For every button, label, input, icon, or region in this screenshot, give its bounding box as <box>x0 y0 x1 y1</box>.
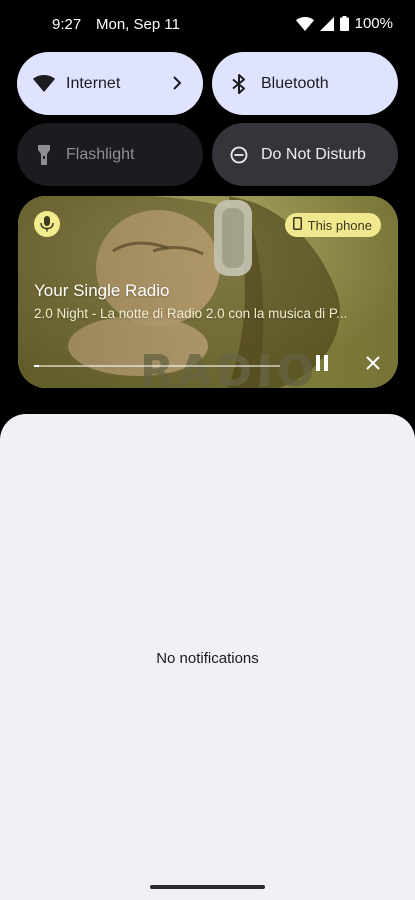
notification-panel: No notifications <box>0 414 415 900</box>
close-icon <box>366 355 380 375</box>
battery-icon <box>339 16 349 31</box>
tile-label: Internet <box>66 74 121 92</box>
media-title: Your Single Radio <box>34 281 170 300</box>
wifi-icon <box>295 16 314 31</box>
home-indicator[interactable] <box>150 885 265 889</box>
phone-icon <box>292 217 302 233</box>
status-icons: 100% <box>295 15 393 32</box>
tile-label: Flashlight <box>66 145 135 163</box>
tile-bluetooth[interactable]: Bluetooth <box>212 52 398 115</box>
output-device-chip[interactable]: This phone <box>284 213 381 237</box>
no-notifications-text: No notifications <box>156 650 259 667</box>
flashlight-icon <box>32 143 56 167</box>
seek-bar[interactable] <box>34 365 280 367</box>
media-player-card[interactable]: RADIO This phone Your Single Radio 2.0 N… <box>18 196 398 388</box>
media-subtitle: 2.0 Night - La notte di Radio 2.0 con la… <box>34 306 348 321</box>
pause-button[interactable] <box>309 352 335 378</box>
output-device-label: This phone <box>307 217 372 233</box>
seek-progress <box>34 365 39 367</box>
chevron-right-icon[interactable] <box>167 73 187 93</box>
tile-flashlight[interactable]: Flashlight <box>17 123 203 186</box>
do-not-disturb-icon <box>227 143 251 167</box>
battery-percent: 100% <box>354 15 393 32</box>
tile-label: Do Not Disturb <box>261 145 366 163</box>
status-bar: 9:27 Mon, Sep 11 100% <box>0 0 415 48</box>
tile-label: Bluetooth <box>261 74 329 92</box>
cellular-signal-icon <box>319 16 334 31</box>
notification-shade-screen: 9:27 Mon, Sep 11 100% Internet Bluetooth… <box>0 0 415 900</box>
dismiss-media-button[interactable] <box>360 352 386 378</box>
pause-icon <box>315 354 329 376</box>
tile-do-not-disturb[interactable]: Do Not Disturb <box>212 123 398 186</box>
wifi-icon <box>32 72 56 96</box>
tile-internet[interactable]: Internet <box>17 52 203 115</box>
status-date: Mon, Sep 11 <box>96 16 180 33</box>
microphone-icon <box>34 211 60 237</box>
bluetooth-icon <box>227 72 251 96</box>
status-time: 9:27 <box>52 16 82 33</box>
